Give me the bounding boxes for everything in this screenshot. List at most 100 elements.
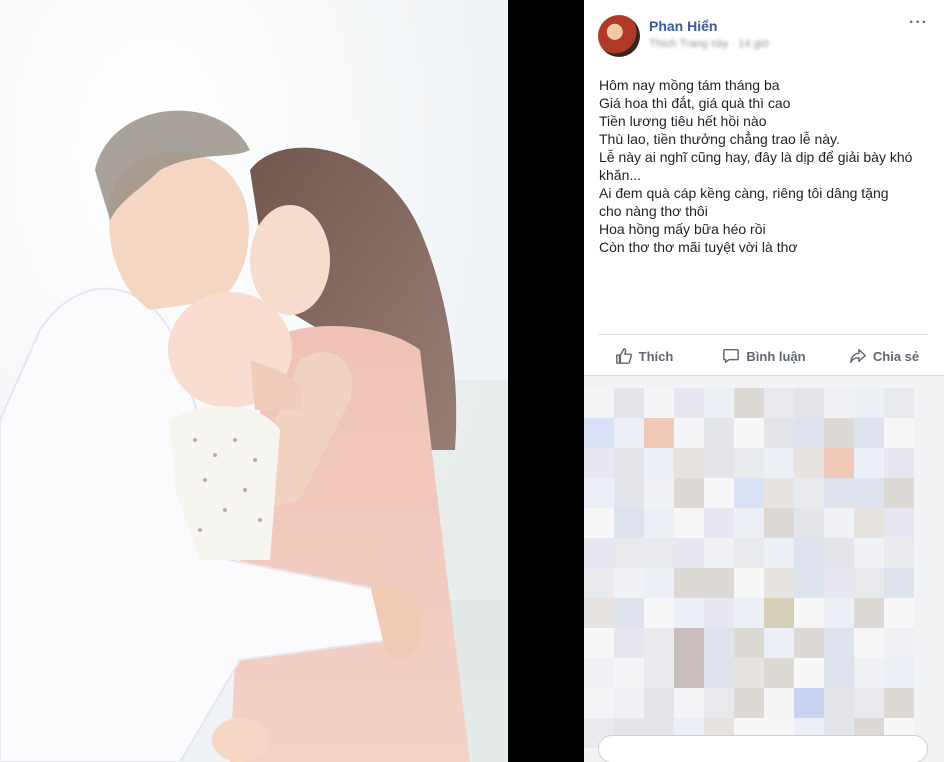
mosaic-tile: [584, 448, 614, 478]
mosaic-tile: [884, 568, 914, 598]
post-line: Ai đem quà cáp kềng càng, riêng tôi dâng…: [599, 185, 889, 201]
mosaic-tile: [734, 388, 764, 418]
avatar[interactable]: [598, 15, 640, 57]
mosaic-tile: [794, 628, 824, 658]
mosaic-tile: [884, 418, 914, 448]
mosaic-tile: [884, 688, 914, 718]
mosaic-tile: [854, 448, 884, 478]
mosaic-tile: [704, 688, 734, 718]
mosaic-tile: [764, 418, 794, 448]
post-line: cho nàng thơ thôi: [599, 203, 708, 219]
mosaic-tile: [704, 598, 734, 628]
mosaic-tile: [794, 418, 824, 448]
mosaic-tile: [674, 388, 704, 418]
mosaic-tile: [824, 388, 854, 418]
mosaic-tile: [884, 508, 914, 538]
mosaic-tile: [794, 688, 824, 718]
like-button[interactable]: Thích: [584, 337, 704, 375]
mosaic-tile: [614, 658, 644, 688]
mosaic-tile: [794, 448, 824, 478]
mosaic-tile: [584, 598, 614, 628]
mosaic-tile: [584, 418, 614, 448]
mosaic-tile: [674, 628, 704, 658]
mosaic-tile: [674, 448, 704, 478]
more-options-icon[interactable]: ···: [909, 14, 928, 32]
post-line: Tiền lương tiêu hết hồi nào: [599, 113, 767, 129]
post-line: khăn...: [599, 167, 642, 183]
share-label: Chia sẻ: [872, 348, 920, 364]
post-header: Phan Hiển Thích Trang này · 14 giờ ···: [584, 0, 944, 60]
mosaic-tile: [644, 448, 674, 478]
mosaic-tile: [644, 418, 674, 448]
mosaic-tile: [614, 628, 644, 658]
author-name[interactable]: Phan Hiển: [649, 18, 717, 34]
post-line: Hôm nay mồng tám tháng ba: [599, 77, 780, 93]
mosaic-tile: [674, 568, 704, 598]
mosaic-tile: [884, 448, 914, 478]
mosaic-tile: [824, 538, 854, 568]
mosaic-tile: [824, 448, 854, 478]
mosaic-tile: [764, 538, 794, 568]
mosaic-tile: [644, 628, 674, 658]
action-bar: Thích Bình luận Chia sẻ: [584, 337, 944, 375]
share-button[interactable]: Chia sẻ: [824, 337, 944, 375]
mosaic-tile: [674, 478, 704, 508]
mosaic-tile: [674, 658, 704, 688]
mosaic-tile: [674, 538, 704, 568]
mosaic-tile: [884, 538, 914, 568]
comments-section-blurred: [584, 375, 944, 762]
mosaic-tile: [824, 658, 854, 688]
mosaic-tile: [704, 418, 734, 448]
mosaic-tile: [674, 418, 704, 448]
mosaic-tile: [824, 598, 854, 628]
mosaic-tile: [734, 478, 764, 508]
mosaic-tile: [854, 508, 884, 538]
comment-input[interactable]: [598, 735, 928, 762]
mosaic-tile: [584, 478, 614, 508]
mosaic-tile: [734, 598, 764, 628]
mosaic-tile: [794, 568, 824, 598]
mosaic-tile: [644, 538, 674, 568]
mosaic-tile: [614, 538, 644, 568]
mosaic-tile: [854, 538, 884, 568]
divider: [598, 334, 928, 335]
mosaic-tile: [764, 628, 794, 658]
post-line: Hoa hồng mấy bữa héo rồi: [599, 221, 766, 237]
mosaic-tile: [764, 658, 794, 688]
mosaic-tile: [584, 628, 614, 658]
mosaic-tile: [704, 658, 734, 688]
mosaic-tile: [794, 538, 824, 568]
mosaic-tile: [824, 508, 854, 538]
mosaic-tile: [704, 508, 734, 538]
mosaic-tile: [734, 418, 764, 448]
mosaic-tile: [854, 598, 884, 628]
mosaic-tile: [674, 508, 704, 538]
mosaic-tile: [644, 388, 674, 418]
mosaic-tile: [614, 598, 644, 628]
comment-button[interactable]: Bình luận: [704, 337, 824, 375]
mosaic-tile: [734, 538, 764, 568]
post-text: Hôm nay mồng tám tháng ba Giá hoa thì đắ…: [599, 76, 929, 256]
mosaic-tile: [704, 538, 734, 568]
post-photo[interactable]: [0, 0, 508, 762]
mosaic-tile: [644, 658, 674, 688]
like-label: Thích: [638, 348, 674, 364]
mosaic-tile: [884, 478, 914, 508]
mosaic-tile: [614, 688, 644, 718]
mosaic-tile: [884, 598, 914, 628]
mosaic-tile: [584, 508, 614, 538]
mosaic-tile: [764, 448, 794, 478]
mosaic-tile: [614, 508, 644, 538]
mosaic-tile: [644, 508, 674, 538]
mosaic-tile: [884, 628, 914, 658]
mosaic-tile: [854, 478, 884, 508]
post-line: Giá hoa thì đắt, giá quà thì cao: [599, 95, 791, 111]
mosaic-tile: [794, 478, 824, 508]
mosaic-tile: [854, 688, 884, 718]
mosaic-tile: [584, 388, 614, 418]
mosaic-tile: [584, 658, 614, 688]
mosaic-tile: [824, 568, 854, 598]
mosaic-tile: [764, 688, 794, 718]
mosaic-tile: [824, 418, 854, 448]
mosaic-tile: [764, 478, 794, 508]
